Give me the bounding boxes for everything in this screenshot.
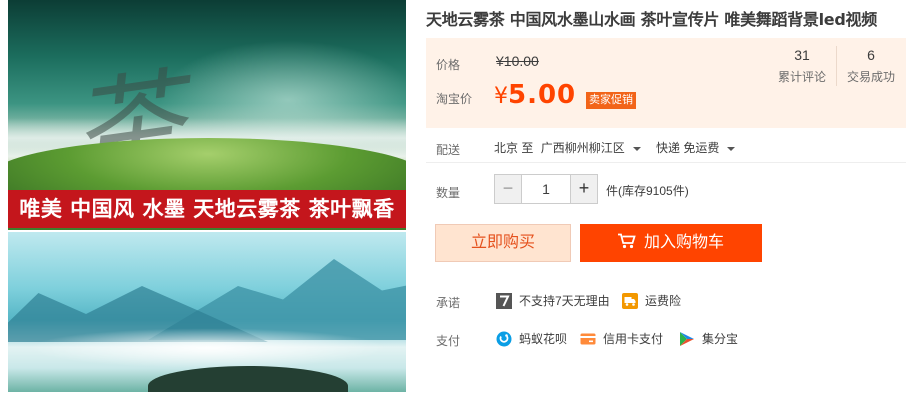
sold-count-stat: 6 交易成功 (840, 46, 902, 85)
add-to-cart-label: 加入购物车 (643, 234, 724, 251)
product-title: 天地云雾茶 中国风水墨山水画 茶叶宣传片 唯美舞蹈背景led视频 (426, 10, 877, 29)
chevron-down-icon (632, 146, 641, 151)
chevron-down-icon (727, 146, 736, 151)
stock-text: 件(库存9105件) (606, 184, 689, 198)
quantity-input[interactable] (522, 174, 570, 204)
tea-field-image: 茶 唯美 中国风 水墨 天地云雾茶 茶叶飘香 (8, 0, 406, 230)
review-count-stat[interactable]: 31 累计评论 (771, 46, 833, 85)
decrease-button[interactable]: − (494, 174, 522, 204)
sold-count-label: 交易成功 (846, 70, 895, 84)
sold-count: 6 (867, 47, 875, 63)
taobao-price-value: 5.00 (508, 80, 577, 110)
cloud-layer (28, 328, 388, 368)
dark-hill (148, 366, 348, 392)
currency-symbol: ¥ (494, 84, 508, 109)
quantity-label: 数量 (436, 186, 461, 200)
freight-insurance-service[interactable]: 运费险 (622, 292, 681, 309)
taobao-price: ¥5.00 (494, 80, 576, 110)
original-price: ¥10.00 (496, 53, 539, 69)
product-image[interactable]: 茶 唯美 中国风 水墨 天地云雾茶 茶叶飘香 (8, 0, 406, 392)
no-return-service[interactable]: 不支持7天无理由 (496, 292, 610, 309)
seven-day-icon (496, 292, 512, 309)
jifenbao-text: 集分宝 (702, 332, 739, 346)
jifenbao-payment[interactable]: 集分宝 (679, 330, 738, 347)
divider (426, 162, 906, 163)
review-count-label: 累计评论 (777, 70, 826, 84)
truck-icon (622, 292, 638, 309)
promo-badge: 卖家促销 (586, 92, 636, 109)
taobao-price-label: 淘宝价 (436, 92, 473, 106)
ship-method-select[interactable]: 快递 免运费 (656, 141, 743, 155)
ship-from: 北京 至 (494, 141, 534, 155)
freight-insurance-text: 运费险 (645, 294, 682, 308)
original-price-label: 价格 (436, 58, 461, 72)
huabei-icon (496, 331, 512, 346)
buy-now-button[interactable]: 立即购买 (435, 224, 571, 262)
shipping-label: 配送 (436, 143, 461, 157)
credit-card-text: 信用卡支付 (603, 332, 664, 346)
credit-card-payment[interactable]: 信用卡支付 (580, 330, 663, 347)
payment-label: 支付 (436, 334, 461, 348)
jifenbao-icon (680, 331, 694, 346)
mountain-landscape-image (8, 232, 406, 392)
stat-divider (836, 46, 837, 86)
credit-card-icon (580, 333, 596, 344)
huabei-text: 蚂蚁花呗 (519, 332, 568, 346)
huabei-payment[interactable]: 蚂蚁花呗 (496, 330, 567, 347)
ship-destination: 广西柳州柳江区 (540, 141, 625, 155)
ship-destination-select[interactable]: 广西柳州柳江区 (541, 141, 649, 155)
price-panel: 价格 ¥10.00 淘宝价 ¥5.00 卖家促销 31 累计评论 6 交易成功 (426, 38, 906, 128)
cart-icon (617, 233, 636, 249)
ship-method: 快递 免运费 (656, 141, 720, 155)
add-to-cart-button[interactable]: 加入购物车 (580, 224, 762, 262)
increase-button[interactable]: + (570, 174, 598, 204)
no-return-text: 不支持7天无理由 (519, 294, 610, 308)
image-banner: 唯美 中国风 水墨 天地云雾茶 茶叶飘香 (8, 190, 406, 228)
review-count: 31 (794, 47, 810, 63)
quantity-stepper: − + (494, 174, 598, 204)
shipping-info: 北京 至 广西柳州柳江区 快递 免运费 (494, 139, 747, 156)
promise-label: 承诺 (436, 296, 461, 310)
